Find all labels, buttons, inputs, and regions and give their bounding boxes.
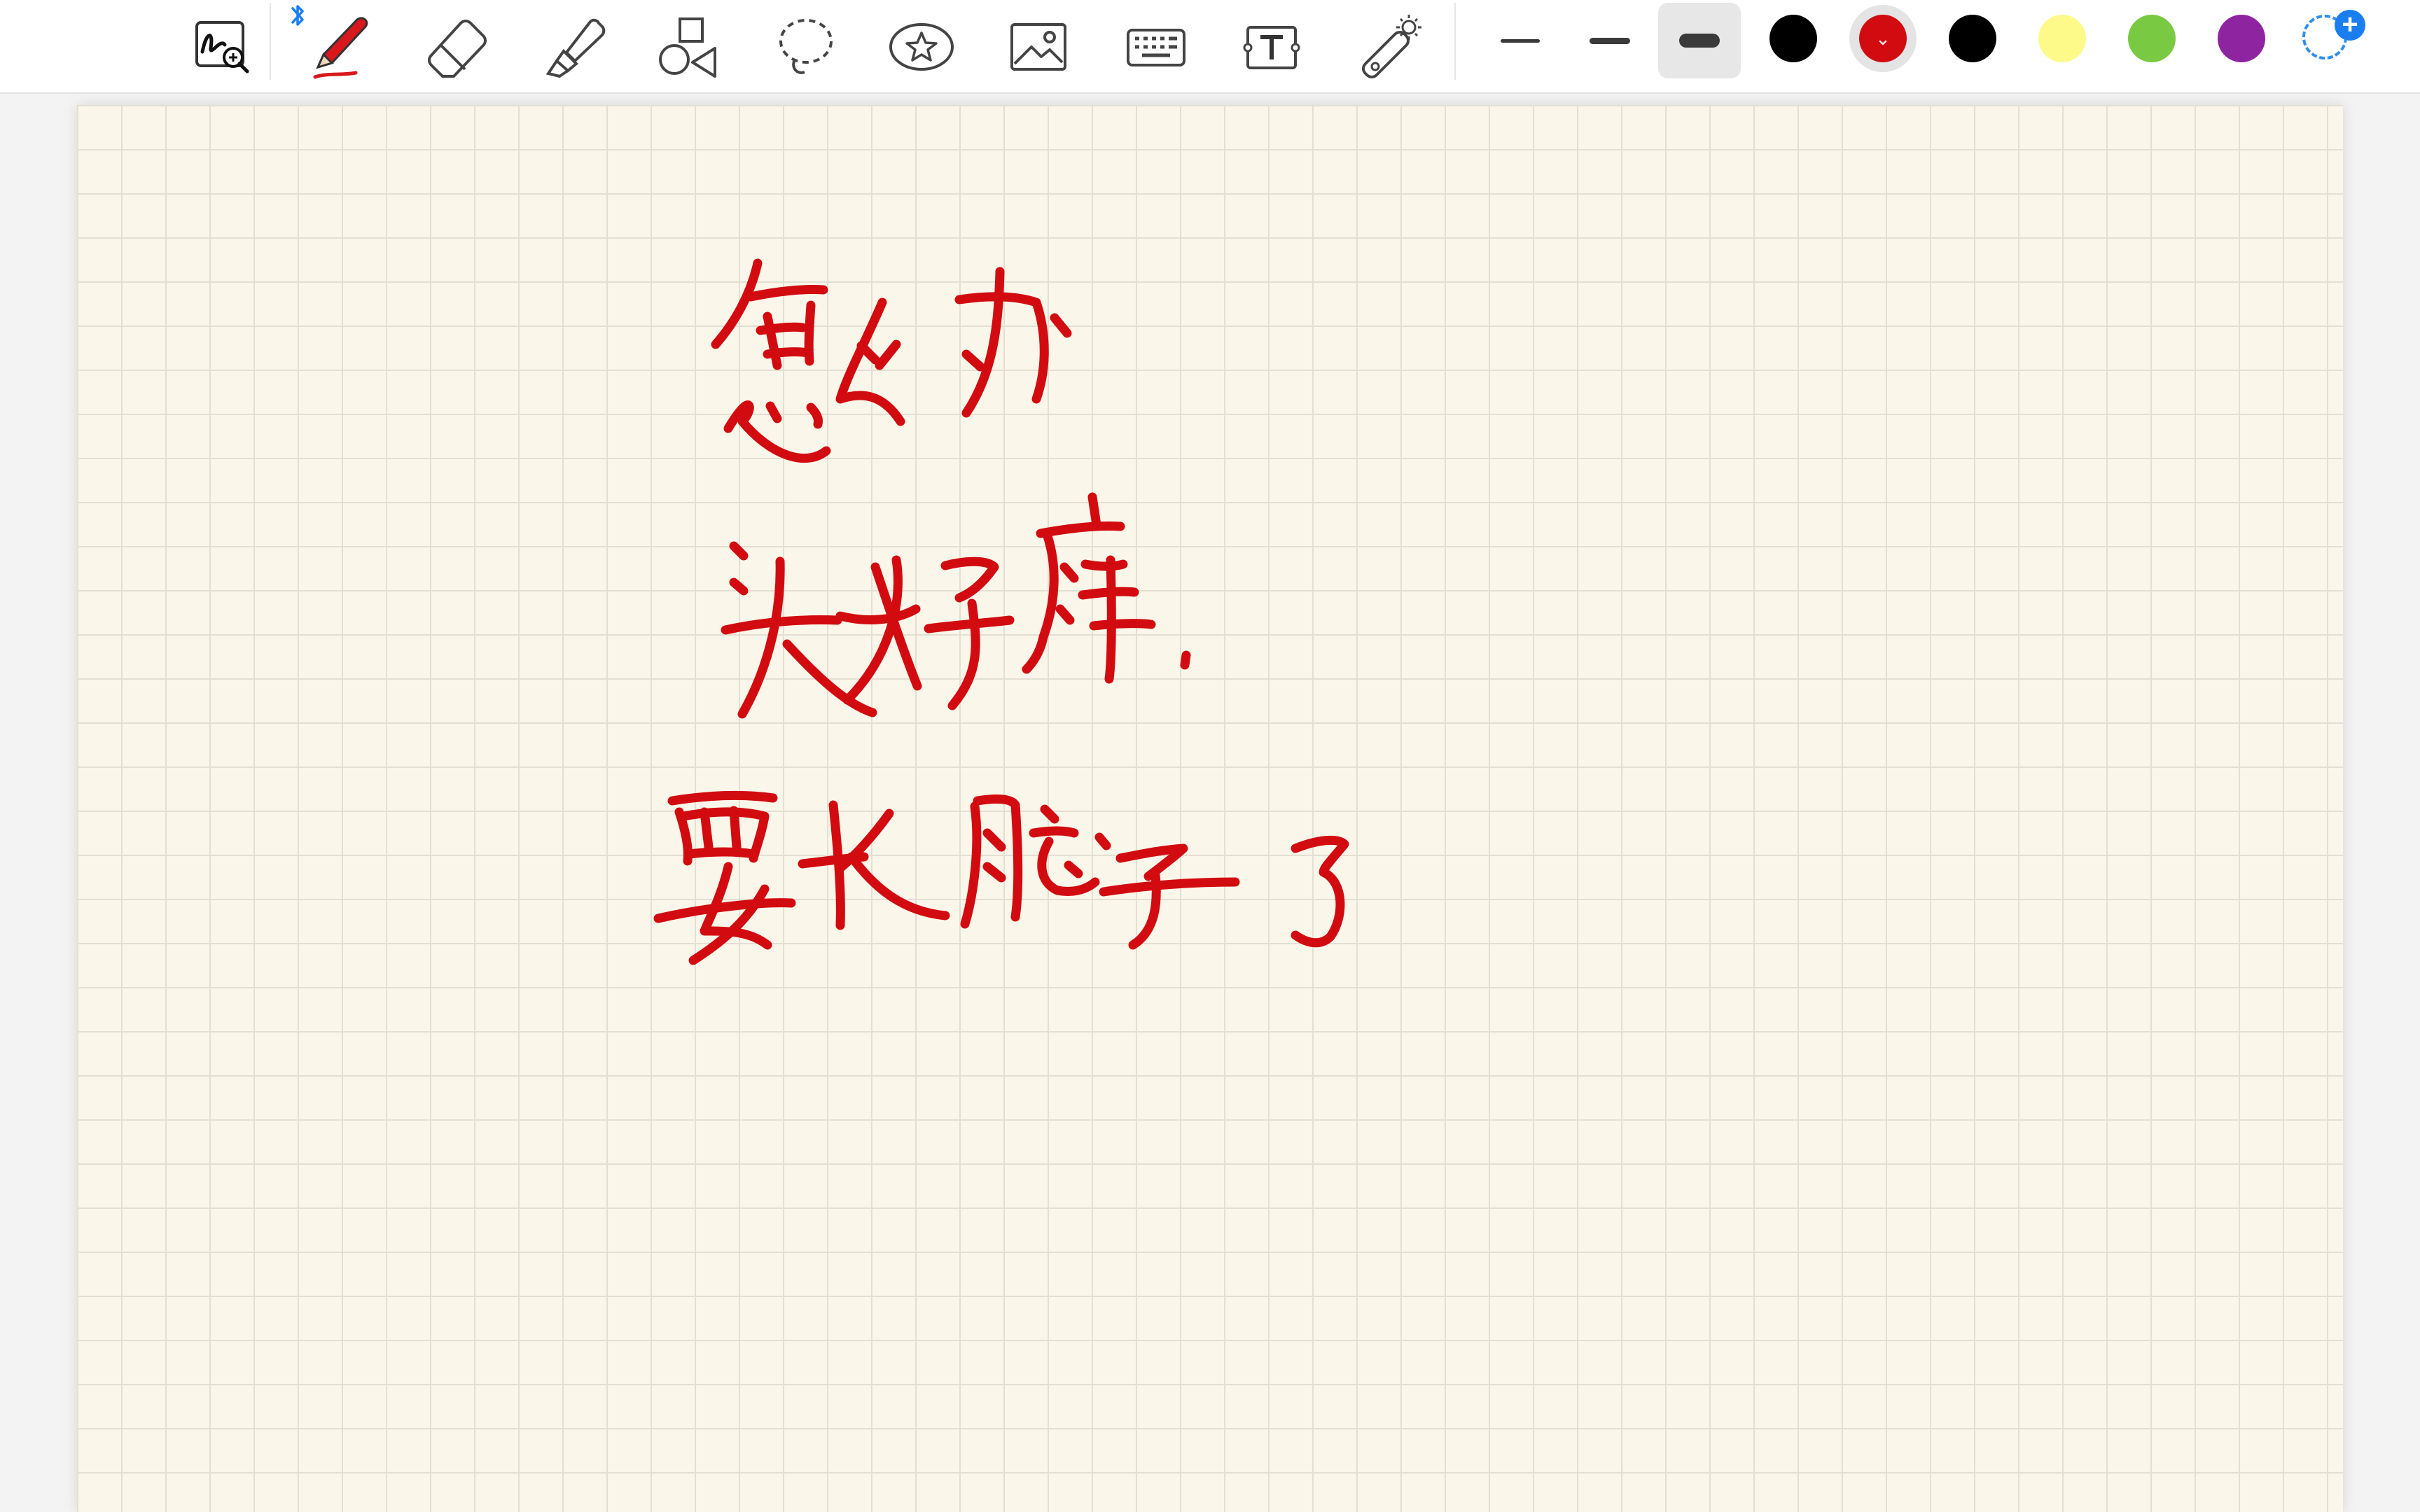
highlighter-tool[interactable]	[535, 8, 612, 85]
sticker-icon	[889, 23, 954, 71]
handwriting-line-3	[653, 791, 1349, 965]
color-swatch-red[interactable]: ⌄	[1859, 15, 1907, 62]
shapes-tool[interactable]	[650, 8, 727, 85]
text-box-icon	[1243, 26, 1300, 69]
sticker-tool[interactable]	[883, 8, 960, 85]
color-swatch-green[interactable]	[2128, 15, 2176, 62]
stroke-width-thick[interactable]	[1658, 3, 1741, 78]
toolbar-divider	[1454, 3, 1456, 80]
eraser-tool[interactable]	[418, 8, 495, 85]
highlighter-icon	[545, 18, 606, 78]
pen-tool[interactable]	[300, 8, 377, 85]
lasso-tool[interactable]	[767, 8, 844, 85]
pen-icon	[313, 17, 368, 79]
toolbar: ⌄ +	[0, 0, 2420, 94]
laser-pointer-icon	[1362, 15, 1421, 78]
zoom-window-tool[interactable]	[184, 8, 261, 85]
handwriting-layer	[653, 258, 1349, 965]
keyboard-tool[interactable]	[1118, 8, 1195, 85]
shapes-icon	[659, 18, 716, 78]
lasso-icon	[779, 19, 833, 74]
eraser-icon	[428, 20, 487, 78]
color-swatch-black[interactable]	[1769, 15, 1817, 62]
color-swatch-black-2[interactable]	[1949, 15, 1996, 62]
image-icon	[1010, 23, 1066, 71]
stroke-width-medium[interactable]	[1569, 3, 1651, 78]
chevron-down-icon: ⌄	[1875, 28, 1891, 49]
handwriting-line-2	[721, 492, 1191, 719]
color-swatch-yellow[interactable]	[2038, 15, 2086, 62]
toolbar-divider	[270, 3, 271, 80]
handwriting-line-1	[711, 258, 1072, 463]
add-color-icon[interactable]: +	[2335, 10, 2365, 41]
keyboard-icon	[1127, 29, 1185, 66]
laser-pointer-tool[interactable]	[1351, 8, 1428, 85]
zoom-window-icon	[195, 21, 249, 74]
color-swatch-purple[interactable]	[2218, 15, 2265, 62]
notebook-page[interactable]	[77, 105, 2343, 1512]
stroke-width-thin[interactable]	[1479, 3, 1562, 78]
image-tool[interactable]	[1000, 8, 1077, 85]
text-box-tool[interactable]	[1233, 8, 1310, 85]
